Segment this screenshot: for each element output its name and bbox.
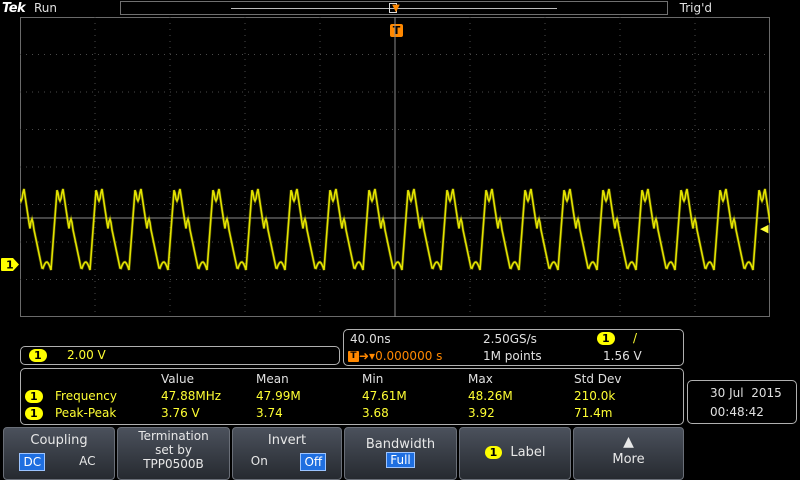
- peak-peak-std-dev: 71.4m: [574, 406, 613, 420]
- time: 00:48:42: [710, 405, 764, 419]
- frequency-min: 47.61M: [362, 389, 407, 403]
- invert-option-on[interactable]: On: [248, 453, 271, 471]
- termination-line1: Termination: [138, 429, 209, 443]
- coupling-option-dc[interactable]: DC: [19, 453, 46, 471]
- trigger-level: 1.56 V: [603, 349, 642, 363]
- waveform-graticule: [20, 17, 770, 317]
- trigger-source-badge: 1: [597, 331, 615, 345]
- coupling-option-ac[interactable]: AC: [76, 453, 98, 471]
- brand-logo: Tek: [2, 1, 26, 16]
- ch1-badge: 1: [29, 349, 47, 362]
- acquisition-state: Run: [34, 1, 58, 15]
- up-arrow-icon: ▲: [623, 434, 634, 450]
- label-menu-button[interactable]: 1 Label: [459, 427, 571, 480]
- frequency-mean: 47.99M: [256, 389, 301, 403]
- label-title: Label: [510, 445, 546, 460]
- label-ch1-badge: 1: [484, 446, 503, 459]
- col-header-min: Min: [362, 372, 384, 386]
- table-row-peak-peak-badge: 1: [25, 406, 43, 420]
- termination-probe: TPP0500B: [143, 457, 204, 471]
- bandwidth-title: Bandwidth: [365, 437, 436, 452]
- more-menu-button[interactable]: ▲ More: [573, 427, 684, 480]
- record-length: 1M points: [483, 349, 542, 363]
- trigger-position-marker-icon: ▼: [392, 3, 400, 14]
- invert-title: Invert: [267, 433, 307, 448]
- coupling-menu-button[interactable]: Coupling DC AC: [3, 427, 115, 480]
- invert-menu-button[interactable]: Invert On Off: [232, 427, 342, 480]
- col-header-value: Value: [161, 372, 194, 386]
- table-row-peak-peak-name: Peak-Peak: [55, 406, 117, 420]
- peak-peak-min: 3.68: [362, 406, 389, 420]
- more-title: More: [612, 452, 645, 467]
- col-header-max: Max: [468, 372, 493, 386]
- trigger-icon: T: [348, 351, 359, 362]
- invert-option-off[interactable]: Off: [300, 453, 327, 471]
- measurement-table: Value Mean Min Max Std Dev 1 Frequency 4…: [20, 368, 684, 425]
- trigger-status: Trig'd: [679, 1, 712, 15]
- coupling-title: Coupling: [30, 433, 88, 448]
- frequency-max: 48.26M: [468, 389, 513, 403]
- bandwidth-menu-button[interactable]: Bandwidth Full: [344, 427, 457, 480]
- bandwidth-value: Full: [386, 452, 415, 468]
- ch1-volts-per-div: 2.00 V: [67, 348, 106, 362]
- table-row-frequency-badge: 1: [25, 389, 43, 403]
- ch1-scale-readout[interactable]: 1 2.00 V: [20, 346, 340, 365]
- datetime-readout: 30 Jul 2015 00:48:42: [687, 380, 797, 424]
- table-row-frequency-name: Frequency: [55, 389, 117, 403]
- termination-menu-button[interactable]: Termination set by TPP0500B: [117, 427, 230, 480]
- frequency-value: 47.88MHz: [161, 389, 222, 403]
- peak-peak-value: 3.76 V: [161, 406, 200, 420]
- peak-peak-max: 3.92: [468, 406, 495, 420]
- col-header-std-dev: Std Dev: [574, 372, 622, 386]
- col-header-mean: Mean: [256, 372, 289, 386]
- termination-line2: set by: [155, 443, 192, 457]
- trigger-level-marker-icon[interactable]: ◀: [760, 222, 768, 235]
- ch1-ground-marker-icon[interactable]: 1: [0, 257, 20, 272]
- svg-text:1: 1: [6, 259, 14, 272]
- sample-rate: 2.50GS/s: [483, 332, 537, 346]
- trigger-position: T ➜▾0.000000 s: [348, 349, 442, 363]
- timebase-trigger-readout[interactable]: 40.0ns 2.50GS/s 1 / T ➜▾0.000000 s 1M poi…: [343, 329, 684, 366]
- peak-peak-mean: 3.74: [256, 406, 283, 420]
- date: 30 Jul 2015: [710, 386, 782, 400]
- time-per-division: 40.0ns: [350, 332, 391, 346]
- frequency-std-dev: 210.0k: [574, 389, 616, 403]
- trigger-slope-icon: /: [633, 331, 638, 345]
